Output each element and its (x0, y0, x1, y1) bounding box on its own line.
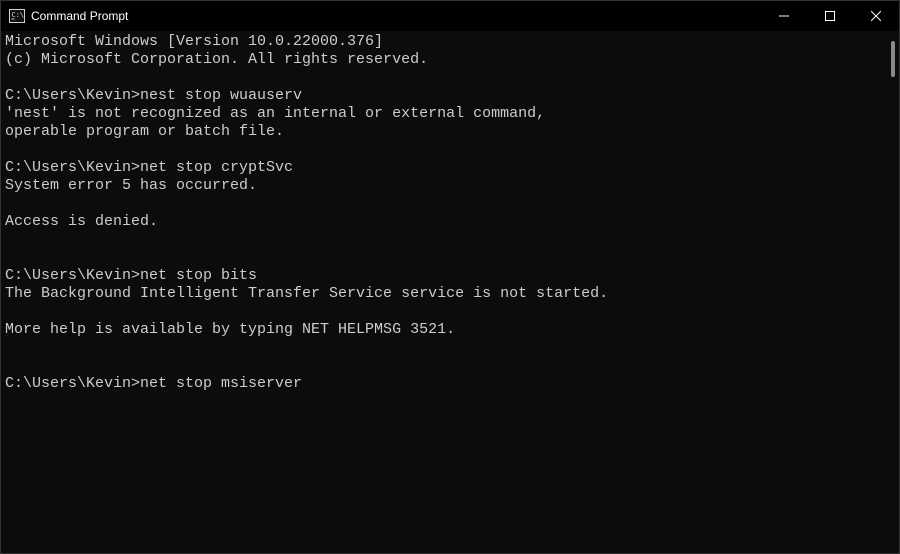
prompt: C:\Users\Kevin> (5, 159, 140, 176)
command-text: nest stop wuauserv (140, 87, 302, 104)
terminal-line (5, 339, 885, 357)
maximize-button[interactable] (807, 1, 853, 31)
terminal-line (5, 69, 885, 87)
command-text: net stop cryptSvc (140, 159, 293, 176)
terminal-line: operable program or batch file. (5, 123, 885, 141)
prompt: C:\Users\Kevin> (5, 267, 140, 284)
close-button[interactable] (853, 1, 899, 31)
command-text: net stop msiserver (140, 375, 302, 392)
terminal-line: The Background Intelligent Transfer Serv… (5, 285, 885, 303)
scrollbar-thumb[interactable] (891, 41, 895, 77)
terminal-line: C:\Users\Kevin>net stop bits (5, 267, 885, 285)
terminal-line: Microsoft Windows [Version 10.0.22000.37… (5, 33, 885, 51)
window-controls (761, 1, 899, 31)
command-text: net stop bits (140, 267, 257, 284)
terminal-area: Microsoft Windows [Version 10.0.22000.37… (1, 31, 899, 553)
scrollbar-track[interactable] (885, 31, 899, 553)
terminal-line: More help is available by typing NET HEL… (5, 321, 885, 339)
terminal-line (5, 249, 885, 267)
terminal-line: C:\Users\Kevin>net stop cryptSvc (5, 159, 885, 177)
prompt: C:\Users\Kevin> (5, 375, 140, 392)
terminal-line (5, 303, 885, 321)
terminal-line: 'nest' is not recognized as an internal … (5, 105, 885, 123)
svg-text:C:\: C:\ (12, 11, 25, 19)
terminal-line: Access is denied. (5, 213, 885, 231)
terminal-line: C:\Users\Kevin>nest stop wuauserv (5, 87, 885, 105)
prompt: C:\Users\Kevin> (5, 87, 140, 104)
terminal-line (5, 231, 885, 249)
terminal-output[interactable]: Microsoft Windows [Version 10.0.22000.37… (1, 31, 885, 553)
terminal-line: (c) Microsoft Corporation. All rights re… (5, 51, 885, 69)
window-title: Command Prompt (31, 9, 128, 23)
command-prompt-window: C:\ Command Prompt Microsoft Windows [Ve… (0, 0, 900, 554)
terminal-line (5, 195, 885, 213)
terminal-line (5, 141, 885, 159)
terminal-line: C:\Users\Kevin>net stop msiserver (5, 375, 885, 393)
terminal-line: System error 5 has occurred. (5, 177, 885, 195)
minimize-button[interactable] (761, 1, 807, 31)
terminal-line (5, 357, 885, 375)
command-prompt-icon: C:\ (9, 8, 25, 24)
titlebar[interactable]: C:\ Command Prompt (1, 1, 899, 31)
